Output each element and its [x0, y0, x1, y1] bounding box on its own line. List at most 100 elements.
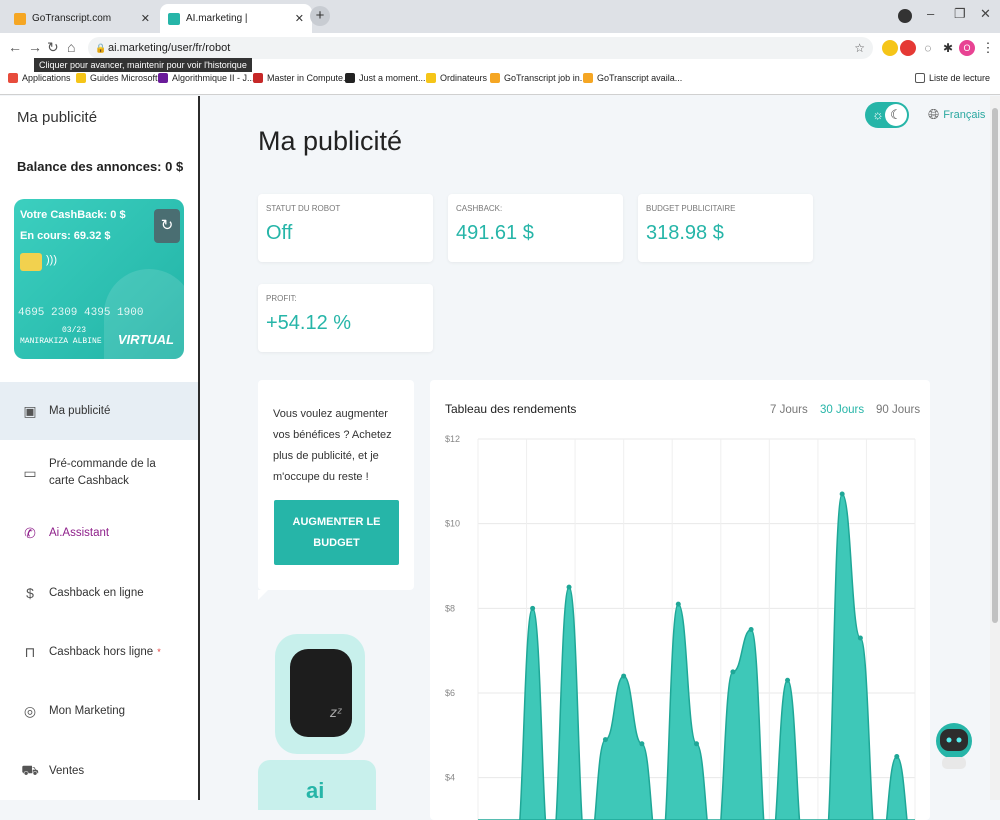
bookmark-favicon-icon [253, 73, 263, 83]
bookmark-item[interactable]: GoTranscript availa... [583, 73, 682, 83]
sidebar-item-cashback-hors-ligne[interactable]: ⊓ Cashback hors ligne * [0, 623, 198, 681]
y-tick-label: $6 [445, 688, 455, 698]
returns-chart-card: Tableau des rendements 7 Jours 30 Jours … [430, 380, 930, 820]
y-tick-label: $4 [445, 773, 455, 783]
home-icon[interactable]: ⌂ [67, 39, 75, 55]
aimarketing-favicon-icon [168, 12, 180, 25]
robot-head-illustration: zᶻ [275, 634, 365, 754]
minimize-icon[interactable]: – [927, 6, 934, 21]
extension-circle-icon[interactable]: ◌ [920, 40, 936, 56]
theme-toggle[interactable]: ☼ ☾ [865, 102, 909, 128]
promo-text: Vous voulez augmenter vos bénéfices ? Ac… [273, 408, 392, 483]
sidebar-item-mon-marketing[interactable]: ◎ Mon Marketing [0, 682, 198, 740]
target-icon: ◎ [23, 702, 37, 719]
card-cashback: Votre CashBack: 0 $ [20, 209, 126, 221]
ad-balance: Balance des annonces: 0 $ [17, 159, 184, 174]
bag-icon: ⊓ [24, 643, 36, 660]
extension-yellow-icon[interactable] [882, 40, 898, 56]
tab-close-icon[interactable]: ✕ [295, 12, 304, 25]
back-icon[interactable]: ← [8, 39, 22, 55]
url-text: ai.marketing/user/fr/robot [108, 42, 231, 54]
stat-profit: PROFIT: +54.12 % [258, 284, 433, 352]
card-icon: ▭ [23, 464, 37, 481]
bookmark-apps[interactable]: Applications [8, 73, 71, 83]
id-badge-icon: ▣ [23, 402, 37, 419]
data-point[interactable] [530, 605, 536, 611]
bubble-tail [258, 590, 268, 600]
restore-icon[interactable]: ❐ [954, 6, 966, 22]
data-point[interactable] [694, 741, 699, 747]
forward-icon[interactable]: → [28, 39, 42, 55]
data-point[interactable] [857, 635, 863, 641]
stat-ad-budget: BUDGET PUBLICITAIRE 318.98 $ [638, 194, 813, 262]
data-point[interactable] [602, 737, 608, 743]
bookmark-item[interactable]: GoTranscript job in... [490, 73, 587, 83]
sidebar-item-ai-assistant[interactable]: ✆ Ai.Assistant [0, 504, 198, 562]
profile-icon[interactable] [898, 9, 912, 23]
bookmark-item[interactable]: Ordinateurs [426, 73, 487, 83]
robot-body-illustration: ai [258, 760, 376, 810]
sidebar: Ma publicité Balance des annonces: 0 $ V… [0, 96, 200, 800]
bookmark-favicon-icon [158, 73, 168, 83]
bookmark-favicon-icon [345, 73, 355, 83]
reading-list[interactable]: Liste de lecture [915, 73, 990, 83]
stat-robot-status: STATUT DU ROBOT Off [258, 194, 433, 262]
profile-avatar-icon[interactable]: O [959, 40, 975, 56]
data-point[interactable] [675, 601, 681, 607]
data-point[interactable] [730, 669, 736, 675]
bookmark-favicon-icon [490, 73, 500, 83]
data-point[interactable] [566, 584, 572, 590]
dollar-circle-icon: $ [26, 585, 34, 601]
folder-icon [426, 73, 436, 83]
page-scrollbar[interactable] [990, 96, 1000, 800]
globe-icon: 🌐︎ [928, 106, 940, 122]
refresh-icon[interactable]: ↻ [154, 209, 180, 243]
data-point[interactable] [785, 677, 791, 683]
scrollbar-thumb[interactable] [992, 108, 998, 623]
data-point[interactable] [894, 754, 900, 759]
tooltip: Cliquer pour avancer, maintenir pour voi… [34, 58, 252, 72]
chatbot-icon[interactable] [934, 719, 974, 777]
tab-close-icon[interactable]: ✕ [141, 12, 150, 25]
data-point[interactable] [639, 741, 645, 747]
folder-icon [76, 73, 86, 83]
returns-chart: $12 $10 $8 $6 $4 [445, 434, 916, 820]
extension-red-icon[interactable] [900, 40, 916, 56]
y-tick-label: $10 [445, 519, 460, 529]
sidebar-item-cashback-en-ligne[interactable]: $ Cashback en ligne [0, 564, 198, 622]
bookmark-item[interactable]: Just a moment... [345, 73, 426, 83]
tab-title: AI.marketing | [186, 13, 248, 24]
promo-bubble: Vous voulez augmenter vos bénéfices ? Ac… [258, 380, 414, 600]
sidebar-item-ventes[interactable]: ⛟ Ventes [0, 742, 198, 800]
browser-tab-gotranscript[interactable]: GoTranscript.com ✕ [6, 4, 158, 33]
card-en-cours: En cours: 69.32 $ [20, 230, 111, 242]
star-icon[interactable]: ☆ [854, 37, 865, 59]
increase-budget-button[interactable]: AUGMENTER LE BUDGET [274, 500, 399, 565]
extensions-puzzle-icon[interactable]: ✱ [940, 40, 956, 56]
lock-icon: 🔒 [95, 43, 107, 53]
bookmark-item[interactable]: Algorithmique II - J... [158, 73, 255, 83]
sidebar-item-precommande[interactable]: ▭ Pré-commande de la carte Cashback [0, 444, 198, 502]
bookmark-item[interactable]: Master in Compute... [253, 73, 351, 83]
data-point[interactable] [621, 673, 627, 679]
card-type: VIRTUAL [117, 332, 174, 347]
bookmark-item[interactable]: Guides Microsoft [76, 73, 158, 83]
tab-title: GoTranscript.com [32, 13, 112, 24]
stat-cashback: CASHBACK: 491.61 $ [448, 194, 623, 262]
close-window-icon[interactable]: ✕ [980, 6, 991, 22]
address-bar[interactable]: 🔒 ai.marketing/user/fr/robot ☆ [88, 37, 873, 59]
browser-tab-aimarketing[interactable]: AI.marketing | ✕ [160, 4, 312, 33]
card-expiry: 03/23 [62, 326, 87, 335]
language-selector[interactable]: 🌐︎ Français [928, 106, 985, 123]
new-tab-button[interactable]: + [310, 6, 330, 26]
menu-kebab-icon[interactable]: ⋮ [980, 40, 996, 56]
apps-grid-icon [8, 73, 18, 83]
sidebar-item-ma-publicite[interactable]: ▣ Ma publicité [0, 382, 198, 440]
card-holder: MANIRAKIZA ALBINE [20, 337, 102, 346]
robot-face: zᶻ [290, 649, 352, 737]
data-point[interactable] [839, 491, 845, 497]
data-point[interactable] [748, 627, 754, 632]
moon-icon: ☾ [885, 104, 907, 126]
gotranscript-favicon-icon [14, 12, 26, 25]
reload-icon[interactable]: ↻ [47, 39, 59, 56]
